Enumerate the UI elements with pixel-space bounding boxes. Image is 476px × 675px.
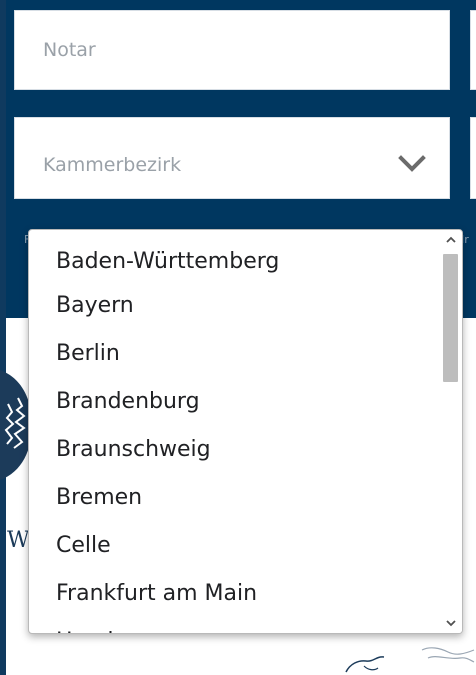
page: Notar Kammerbezirk F Ir W Baden-Württemb… — [0, 0, 476, 675]
option-baden-wuerttemberg[interactable]: Baden-Württemberg — [29, 230, 441, 282]
option-brandenburg[interactable]: Brandenburg — [29, 378, 441, 426]
kammerbezirk-select[interactable]: Kammerbezirk — [14, 117, 450, 199]
kammerbezirk-option-list: Baden-Württemberg Bayern Berlin Brandenb… — [29, 230, 441, 633]
scroll-thumb[interactable] — [443, 254, 458, 382]
option-bayern[interactable]: Bayern — [29, 282, 441, 330]
notar-search-field[interactable]: Notar — [14, 10, 450, 90]
adjacent-select-field[interactable] — [470, 117, 476, 199]
chevron-down-icon[interactable] — [397, 152, 427, 176]
option-braunschweig[interactable]: Braunschweig — [29, 426, 441, 474]
adjacent-search-field[interactable] — [470, 10, 476, 90]
scroll-down-icon[interactable] — [446, 618, 456, 628]
option-celle[interactable]: Celle — [29, 522, 441, 570]
option-bremen[interactable]: Bremen — [29, 474, 441, 522]
option-hamburg[interactable]: Hamburg — [29, 618, 441, 633]
notar-placeholder: Notar — [43, 39, 96, 61]
kammerbezirk-placeholder: Kammerbezirk — [43, 154, 182, 176]
logo-letter: W — [7, 528, 30, 553]
option-frankfurt-am-main[interactable]: Frankfurt am Main — [29, 570, 441, 618]
dropdown-scrollbar[interactable] — [440, 230, 462, 633]
option-berlin[interactable]: Berlin — [29, 330, 441, 378]
scroll-up-icon[interactable] — [446, 235, 456, 245]
decorative-map-icon — [345, 647, 475, 673]
kammerbezirk-dropdown[interactable]: Baden-Württemberg Bayern Berlin Brandenb… — [28, 229, 463, 634]
